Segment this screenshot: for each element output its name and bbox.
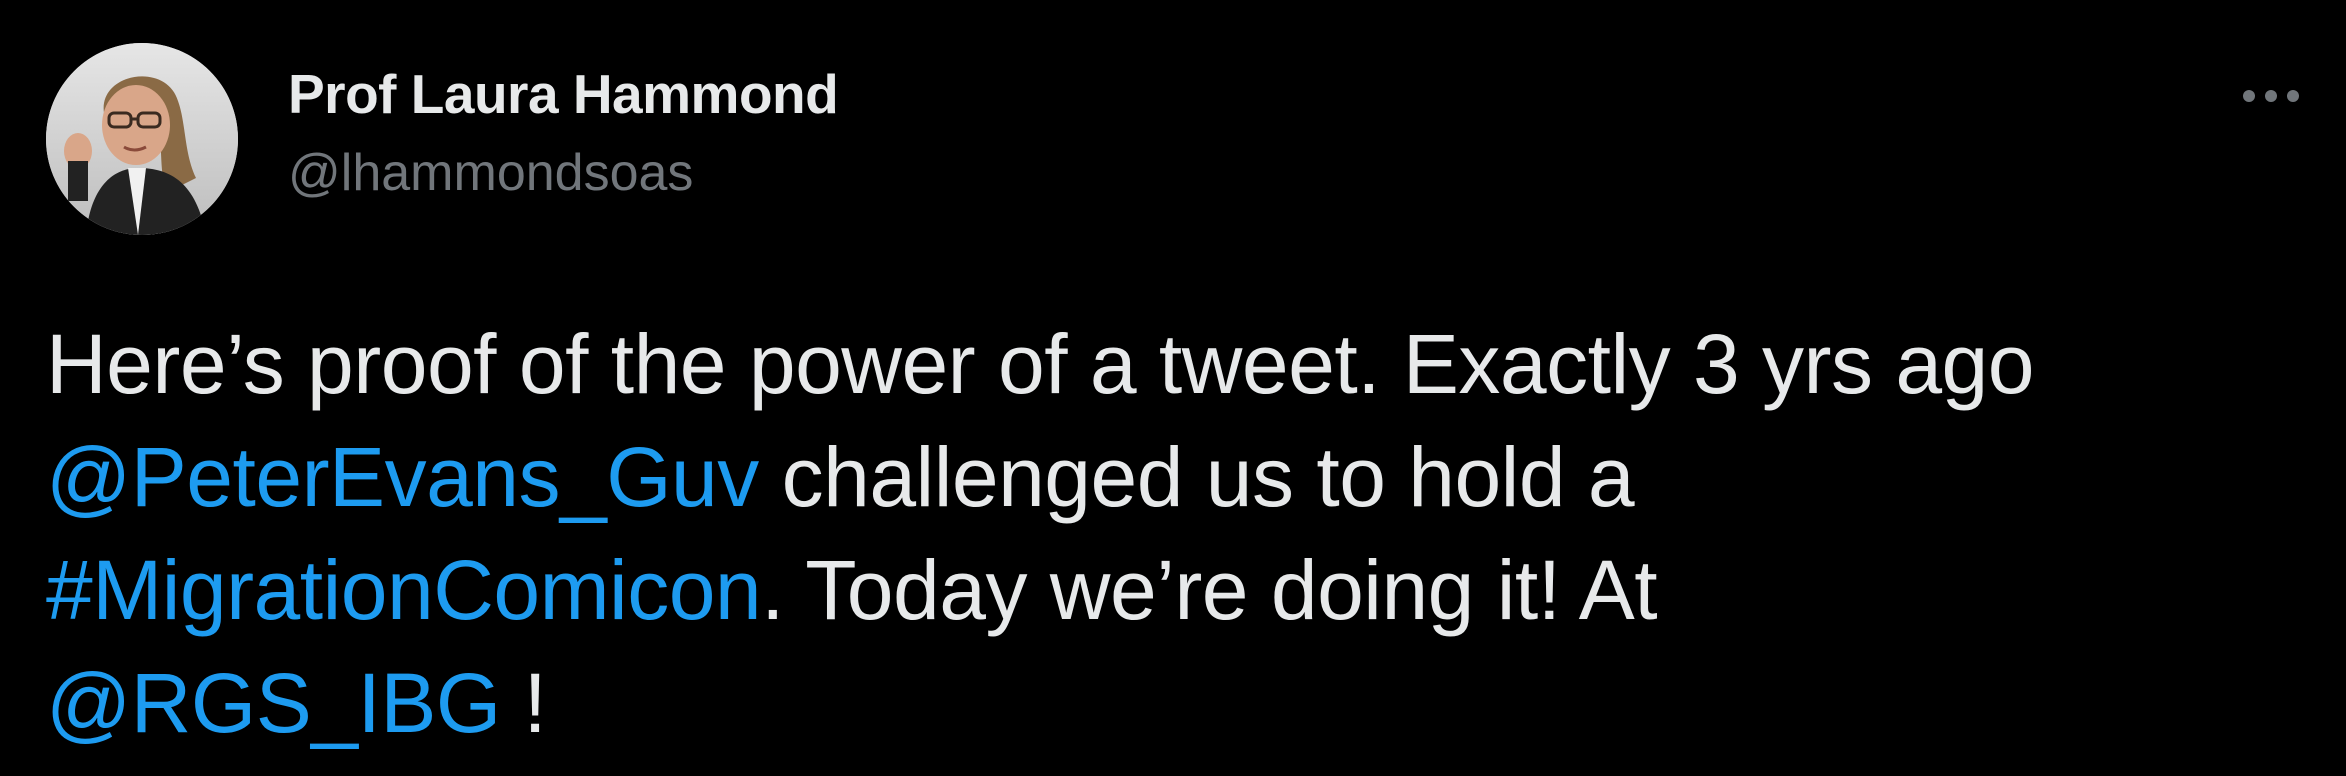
tweet-line-1: Here’s proof of the power of a tweet. Ex… <box>46 308 2326 421</box>
mention-link-peterevans[interactable]: @PeterEvans_Guv <box>46 430 759 524</box>
tweet-text-segment: . Today we’re doing it! At <box>761 543 1658 637</box>
tweet-text-segment: challenged us to hold a <box>758 430 1635 524</box>
author-handle[interactable]: @lhammondsoas <box>288 143 693 203</box>
profile-photo <box>46 43 238 235</box>
tweet-line-3: #MigrationComicon. Today we’re doing it!… <box>46 534 2326 647</box>
tweet-text-segment: Here’s proof of the power of a tweet. Ex… <box>46 317 2034 411</box>
more-options-button[interactable] <box>2238 78 2304 114</box>
more-horizontal-icon <box>2243 90 2299 102</box>
tweet-text: Here’s proof of the power of a tweet. Ex… <box>46 308 2326 760</box>
avatar[interactable] <box>46 43 238 235</box>
author-display-name[interactable]: Prof Laura Hammond <box>288 62 839 126</box>
tweet-card: Prof Laura Hammond @lhammondsoas Here’s … <box>0 0 2346 776</box>
tweet-line-2: @PeterEvans_Guv challenged us to hold a <box>46 421 2326 534</box>
hashtag-link-migrationcomicon[interactable]: #MigrationComicon <box>46 543 762 637</box>
mention-link-rgs-ibg[interactable]: @RGS_IBG <box>46 656 501 750</box>
tweet-line-4: @RGS_IBG ! <box>46 647 2326 760</box>
tweet-text-segment: ! <box>500 656 547 750</box>
